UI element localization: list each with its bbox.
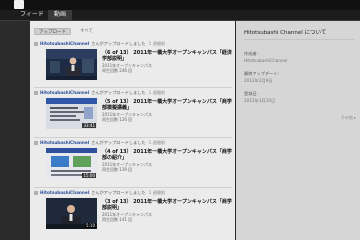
divider bbox=[34, 187, 232, 188]
channel-info-title: Hitotsubashi Channel について bbox=[244, 30, 327, 36]
video-card[interactable]: （6 of 13） 2011年一橋大学オープンキャンパス「経済学部説明」 201… bbox=[46, 49, 232, 82]
feed-panel: アップロード すべて HitotsubashiChannel さんがアップロード… bbox=[30, 21, 235, 240]
upload-action: さんがアップロードしました bbox=[91, 140, 146, 145]
video-duration: 5:10 bbox=[85, 223, 96, 228]
author-link[interactable]: HitotsubashiChannel bbox=[244, 58, 287, 63]
divider bbox=[34, 137, 232, 138]
channel-avatar-icon bbox=[34, 191, 38, 195]
upload-action: さんがアップロードしました bbox=[91, 41, 146, 46]
top-bar bbox=[0, 0, 360, 10]
channel-avatar-icon bbox=[34, 42, 38, 46]
filter-all[interactable]: すべて bbox=[76, 28, 97, 35]
channel-info-panel: Hitotsubashi Channel について 作成者: Hitotsuba… bbox=[236, 21, 360, 240]
video-title[interactable]: （5 of 13） 2011年一橋大学オープンキャンパス「商学部模擬講義」 bbox=[102, 99, 232, 111]
video-views: 再生回数 246 回 bbox=[102, 68, 133, 73]
channel-link[interactable]: HitotsubashiChannel bbox=[40, 189, 89, 197]
upload-time: 1 週間前 bbox=[148, 90, 166, 95]
video-title[interactable]: （4 of 13） 2011年一橋大学オープンキャンパス「商学部の紹介」 bbox=[102, 149, 232, 161]
video-title[interactable]: （6 of 13） 2011年一橋大学オープンキャンパス「経済学部説明」 bbox=[102, 50, 232, 62]
latest-value: 2012年3月9日 bbox=[244, 78, 273, 83]
divider bbox=[244, 39, 354, 40]
author-label: 作成者: bbox=[244, 51, 258, 56]
video-thumbnail[interactable]: 33:41 bbox=[46, 98, 97, 129]
tab-feed[interactable]: フィード bbox=[20, 10, 44, 20]
channel-avatar-icon bbox=[34, 141, 38, 145]
channel-link[interactable]: HitotsubashiChannel bbox=[40, 139, 89, 147]
logo-icon[interactable] bbox=[14, 0, 24, 9]
feed-item: HitotsubashiChannel さんがアップロードしました 1 週間前 … bbox=[34, 40, 232, 80]
video-title[interactable]: （3 of 13） 2011年一橋大学オープンキャンパス「商学部説明」 bbox=[102, 199, 232, 211]
filter-uploads[interactable]: アップロード bbox=[34, 28, 71, 35]
more-link[interactable]: その他 ▸ bbox=[341, 115, 356, 121]
divider bbox=[34, 87, 232, 88]
channel-link[interactable]: HitotsubashiChannel bbox=[40, 40, 89, 48]
latest-label: 最終アップデート: bbox=[244, 71, 279, 76]
channel-avatar-icon bbox=[34, 91, 38, 95]
registered-value: 2012年3月10日 bbox=[244, 98, 276, 103]
upload-line: HitotsubashiChannel さんがアップロードしました 1 週間前 bbox=[34, 89, 232, 97]
video-thumbnail[interactable]: 15:00 bbox=[46, 148, 97, 179]
tab-videos[interactable]: 動画 bbox=[48, 10, 72, 20]
video-duration: 15:00 bbox=[82, 173, 96, 178]
video-card[interactable]: 33:41 （5 of 13） 2011年一橋大学オープンキャンパス「商学部模擬… bbox=[46, 98, 232, 131]
upload-action: さんがアップロードしました bbox=[91, 90, 146, 95]
video-views: 再生回数 139 回 bbox=[102, 167, 133, 172]
video-card[interactable]: 15:00 （4 of 13） 2011年一橋大学オープンキャンパス「商学部の紹… bbox=[46, 148, 232, 181]
upload-time: 1 週間前 bbox=[148, 190, 166, 195]
upload-line: HitotsubashiChannel さんがアップロードしました 1 週間前 bbox=[34, 139, 232, 147]
tab-bar: フィード 動画 チャンネルを検索 bbox=[0, 10, 360, 28]
filter-row: アップロード すべて bbox=[34, 28, 97, 35]
feed-item: HitotsubashiChannel さんがアップロードしました 1 週間前 … bbox=[34, 189, 232, 229]
upload-time: 1 週間前 bbox=[148, 140, 166, 145]
video-views: 再生回数 141 回 bbox=[102, 217, 133, 222]
upload-action: さんがアップロードしました bbox=[91, 190, 146, 195]
upload-time: 1 週間前 bbox=[148, 41, 166, 46]
feed-item: HitotsubashiChannel さんがアップロードしました 1 週間前 … bbox=[34, 89, 232, 129]
upload-line: HitotsubashiChannel さんがアップロードしました 1 週間前 bbox=[34, 40, 232, 48]
video-duration: 33:41 bbox=[82, 123, 96, 128]
video-thumbnail[interactable] bbox=[46, 49, 97, 80]
video-card[interactable]: 5:10 （3 of 13） 2011年一橋大学オープンキャンパス「商学部説明」… bbox=[46, 198, 232, 231]
upload-line: HitotsubashiChannel さんがアップロードしました 1 週間前 bbox=[34, 189, 232, 197]
registered-label: 登録日: bbox=[244, 91, 258, 96]
video-thumbnail[interactable]: 5:10 bbox=[46, 198, 97, 229]
video-views: 再生回数 126 回 bbox=[102, 117, 133, 122]
feed-item: HitotsubashiChannel さんがアップロードしました 1 週間前 … bbox=[34, 139, 232, 179]
channel-link[interactable]: HitotsubashiChannel bbox=[40, 89, 89, 97]
